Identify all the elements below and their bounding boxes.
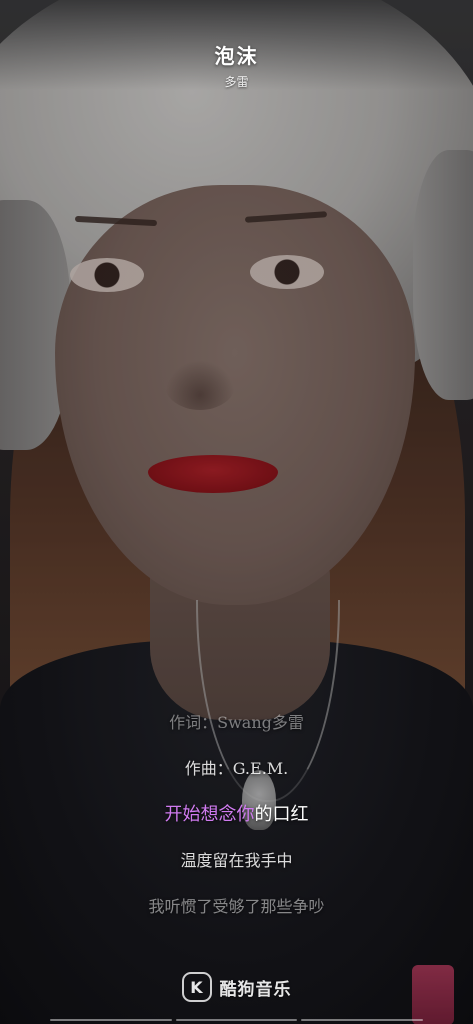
kugou-logo-icon: K (181, 972, 212, 1002)
progress-segment (175, 1019, 298, 1021)
progress-segment (50, 1019, 172, 1021)
lyric-line-next: 温度留在我手中 (180, 851, 293, 870)
lyric-sung-part: 开始想念你 (164, 804, 255, 825)
artist-name: 多雷 (224, 75, 249, 89)
lyrics-panel: 作词：Swang多雷 作曲：G.E.M. 开始想念你的口红 温度留在我手中 我听… (0, 700, 473, 930)
lyric-line-current: 开始想念你的口红 (0, 792, 473, 838)
song-header: 泡沫 多雷 (0, 40, 473, 90)
music-video-screen: 泡沫 多雷 作词：Swang多雷 作曲：G.E.M. 开始想念你的口红 温度留在… (0, 0, 473, 1024)
video-progress-strip (0, 1019, 473, 1024)
lyric-line-upcoming: 我听惯了受够了那些争吵 (148, 897, 325, 916)
song-title: 泡沫 (214, 44, 259, 68)
lyric-line-composer: 作曲：G.E.M. (184, 759, 289, 778)
lyric-unsung-part: 的口红 (254, 804, 309, 825)
brand-name: 酷狗音乐 (219, 979, 292, 1000)
lyric-line-lyricist: 作词：Swang多雷 (169, 713, 304, 732)
progress-segment (301, 1019, 424, 1021)
kugou-brand: K 酷狗音乐 (0, 972, 473, 1002)
